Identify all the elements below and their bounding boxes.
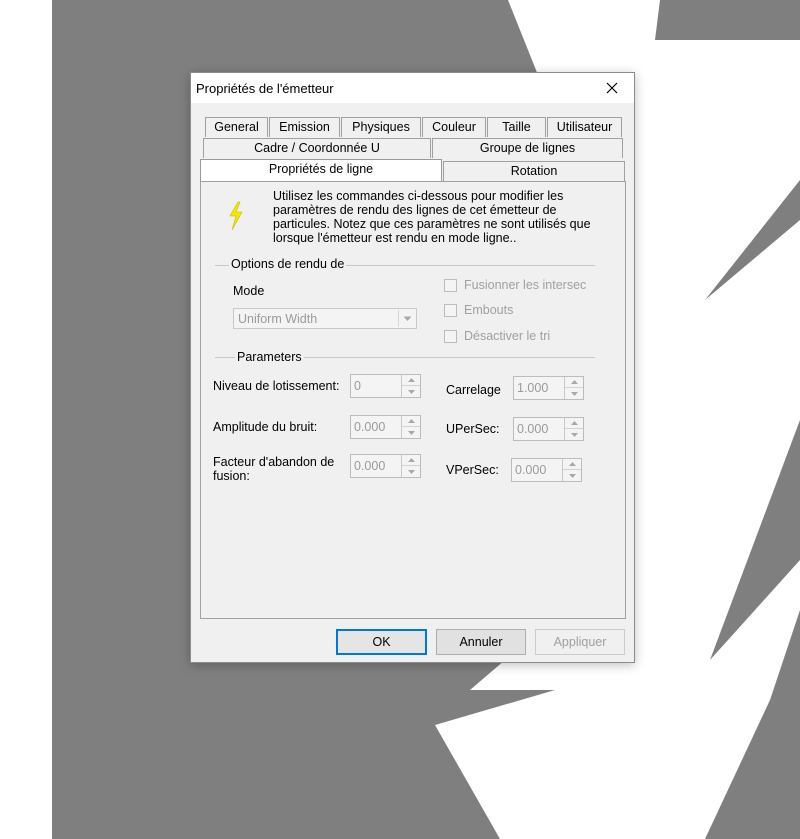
emitter-properties-dialog: Propriétés de l'émetteur General Emissio… <box>190 72 635 663</box>
tab-proprietes-de-ligne[interactable]: Propriétés de ligne <box>200 159 442 182</box>
spin-down-icon[interactable] <box>565 388 583 399</box>
v-per-sec-spin-buttons <box>562 459 581 481</box>
spin-down-icon[interactable] <box>402 386 420 397</box>
parameters-group-label: Parameters <box>235 350 304 364</box>
mode-label: Mode <box>233 284 265 298</box>
tab-cadre-coordonnee-u[interactable]: Cadre / Coordonnée U <box>203 138 431 158</box>
spin-up-icon[interactable] <box>563 459 581 470</box>
v-per-sec-value: 0.000 <box>515 463 547 477</box>
tab-couleur[interactable]: Couleur <box>422 117 486 137</box>
info-text: Utilisez les commandes ci-dessous pour m… <box>273 189 591 245</box>
merge-intersections-label: Fusionner les intersec <box>464 278 587 292</box>
merge-drop-factor-spin-buttons <box>401 455 420 477</box>
u-per-sec-spin-buttons <box>564 418 583 440</box>
tab-taille[interactable]: Taille <box>487 117 546 137</box>
tab-general[interactable]: General <box>205 117 268 137</box>
chevron-down-icon <box>398 310 415 327</box>
close-button[interactable] <box>594 76 630 100</box>
spin-down-icon[interactable] <box>565 429 583 440</box>
tiling-spin-buttons <box>564 377 583 399</box>
batch-level-label: Niveau de lotissement: <box>213 379 340 393</box>
tab-emission[interactable]: Emission <box>269 117 340 137</box>
spin-up-icon[interactable] <box>402 416 420 427</box>
tiling-value: 1.000 <box>517 381 549 395</box>
disable-sort-checkbox[interactable] <box>444 330 457 343</box>
batch-level-value: 0 <box>354 379 361 393</box>
merge-intersections-checkbox[interactable] <box>444 279 457 292</box>
noise-amplitude-label: Amplitude du bruit: <box>213 420 318 434</box>
ok-button[interactable]: OK <box>336 629 427 655</box>
spin-up-icon[interactable] <box>402 455 420 466</box>
tiling-label: Carrelage <box>446 383 501 397</box>
close-icon <box>606 82 618 94</box>
tab-physiques[interactable]: Physiques <box>341 117 421 137</box>
mode-select[interactable]: Uniform Width <box>233 308 417 329</box>
spin-up-icon[interactable] <box>402 375 420 386</box>
merge-drop-factor-value: 0.000 <box>354 459 386 473</box>
merge-drop-factor-spinner[interactable]: 0.000 <box>350 454 421 478</box>
merge-drop-factor-label: Facteur d'abandon de fusion: <box>213 455 335 483</box>
lightning-bolt-icon <box>229 201 243 231</box>
noise-amplitude-spin-buttons <box>401 416 420 438</box>
cancel-button[interactable]: Annuler <box>436 629 526 655</box>
v-per-sec-label: VPerSec: <box>446 463 499 477</box>
tab-utilisateur[interactable]: Utilisateur <box>547 117 622 137</box>
noise-amplitude-spinner[interactable]: 0.000 <box>350 415 421 439</box>
apply-button[interactable]: Appliquer <box>535 629 625 655</box>
batch-level-spin-buttons <box>401 375 420 397</box>
batch-level-spinner[interactable]: 0 <box>350 374 421 398</box>
spin-up-icon[interactable] <box>565 418 583 429</box>
tab-groupe-de-lignes[interactable]: Groupe de lignes <box>432 138 623 158</box>
u-per-sec-label: UPerSec: <box>446 422 500 436</box>
title-bar: Propriétés de l'émetteur <box>191 73 634 103</box>
tab-rotation[interactable]: Rotation <box>443 161 625 181</box>
render-options-group-label: Options de rendu de <box>229 257 347 271</box>
mode-select-value: Uniform Width <box>238 312 318 326</box>
spin-up-icon[interactable] <box>565 377 583 388</box>
disable-sort-label: Désactiver le tri <box>464 329 551 343</box>
tiling-spinner[interactable]: 1.000 <box>513 376 584 400</box>
window-title: Propriétés de l'émetteur <box>196 81 334 96</box>
spin-down-icon[interactable] <box>402 427 420 438</box>
noise-amplitude-value: 0.000 <box>354 420 386 434</box>
v-per-sec-spinner[interactable]: 0.000 <box>511 458 582 482</box>
u-per-sec-spinner[interactable]: 0.000 <box>513 417 584 441</box>
end-caps-label: Embouts <box>464 303 514 317</box>
tab-panel <box>200 181 626 619</box>
end-caps-checkbox[interactable] <box>444 304 457 317</box>
spin-down-icon[interactable] <box>402 466 420 477</box>
spin-down-icon[interactable] <box>563 470 581 481</box>
u-per-sec-value: 0.000 <box>517 422 549 436</box>
